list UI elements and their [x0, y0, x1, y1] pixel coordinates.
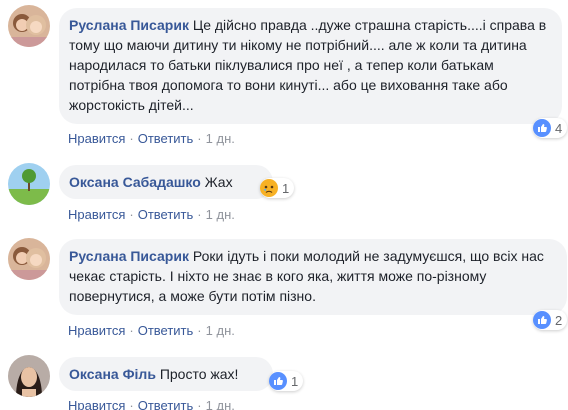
separator: · [129, 207, 134, 222]
like-icon [269, 372, 287, 390]
comment-actions: Нравится · Ответить · 1 дн. [68, 207, 235, 222]
comment-bubble: Руслана Писарик Це дійсно правда ..дуже … [59, 8, 562, 124]
comment-bubble: Руслана Писарик Роки ідуть і поки молоди… [59, 239, 567, 315]
author-name[interactable]: Оксана Сабадашко [69, 174, 201, 190]
separator: · [197, 207, 202, 222]
avatar[interactable] [8, 5, 50, 47]
reaction-count: 1 [291, 373, 299, 389]
reply-link[interactable]: Ответить [138, 398, 194, 410]
reaction-summary[interactable]: 1 [269, 371, 304, 391]
timestamp[interactable]: 1 дн. [206, 323, 235, 338]
separator: · [129, 131, 134, 146]
reply-link[interactable]: Ответить [138, 131, 194, 146]
like-link[interactable]: Нравится [68, 398, 125, 410]
reaction-count: 4 [555, 120, 563, 136]
author-name[interactable]: Руслана Писарик [69, 17, 189, 33]
reaction-summary[interactable]: 4 [533, 118, 568, 138]
like-icon [533, 311, 551, 329]
comment-actions: Нравится · Ответить · 1 дн. [68, 323, 235, 338]
reaction-summary[interactable]: 2 [533, 310, 568, 330]
reply-link[interactable]: Ответить [138, 207, 194, 222]
separator: · [197, 398, 202, 410]
timestamp[interactable]: 1 дн. [206, 131, 235, 146]
like-icon [533, 119, 551, 137]
timestamp[interactable]: 1 дн. [206, 398, 235, 410]
separator: · [197, 323, 202, 338]
separator: · [129, 323, 134, 338]
timestamp[interactable]: 1 дн. [206, 207, 235, 222]
reaction-summary[interactable]: 1 [260, 178, 295, 198]
comment-actions: Нравится · Ответить · 1 дн. [68, 131, 235, 146]
comment-text: Жах [204, 174, 233, 190]
comment-bubble: Оксана Філь Просто жах! [59, 357, 273, 391]
comment-bubble: Оксана Сабадашко Жах [59, 165, 273, 199]
author-name[interactable]: Руслана Писарик [69, 248, 189, 264]
reaction-count: 2 [555, 312, 563, 328]
like-link[interactable]: Нравится [68, 131, 125, 146]
avatar[interactable] [8, 163, 50, 205]
like-link[interactable]: Нравится [68, 323, 125, 338]
reaction-count: 1 [282, 180, 290, 196]
separator: · [129, 398, 134, 410]
comment-text: Просто жах! [159, 366, 239, 382]
avatar[interactable] [8, 355, 50, 397]
comment-actions: Нравится · Ответить · 1 дн. [68, 398, 235, 410]
reply-link[interactable]: Ответить [138, 323, 194, 338]
author-name[interactable]: Оксана Філь [69, 366, 156, 382]
like-link[interactable]: Нравится [68, 207, 125, 222]
avatar[interactable] [8, 238, 50, 280]
separator: · [197, 131, 202, 146]
sad-icon [260, 179, 278, 197]
